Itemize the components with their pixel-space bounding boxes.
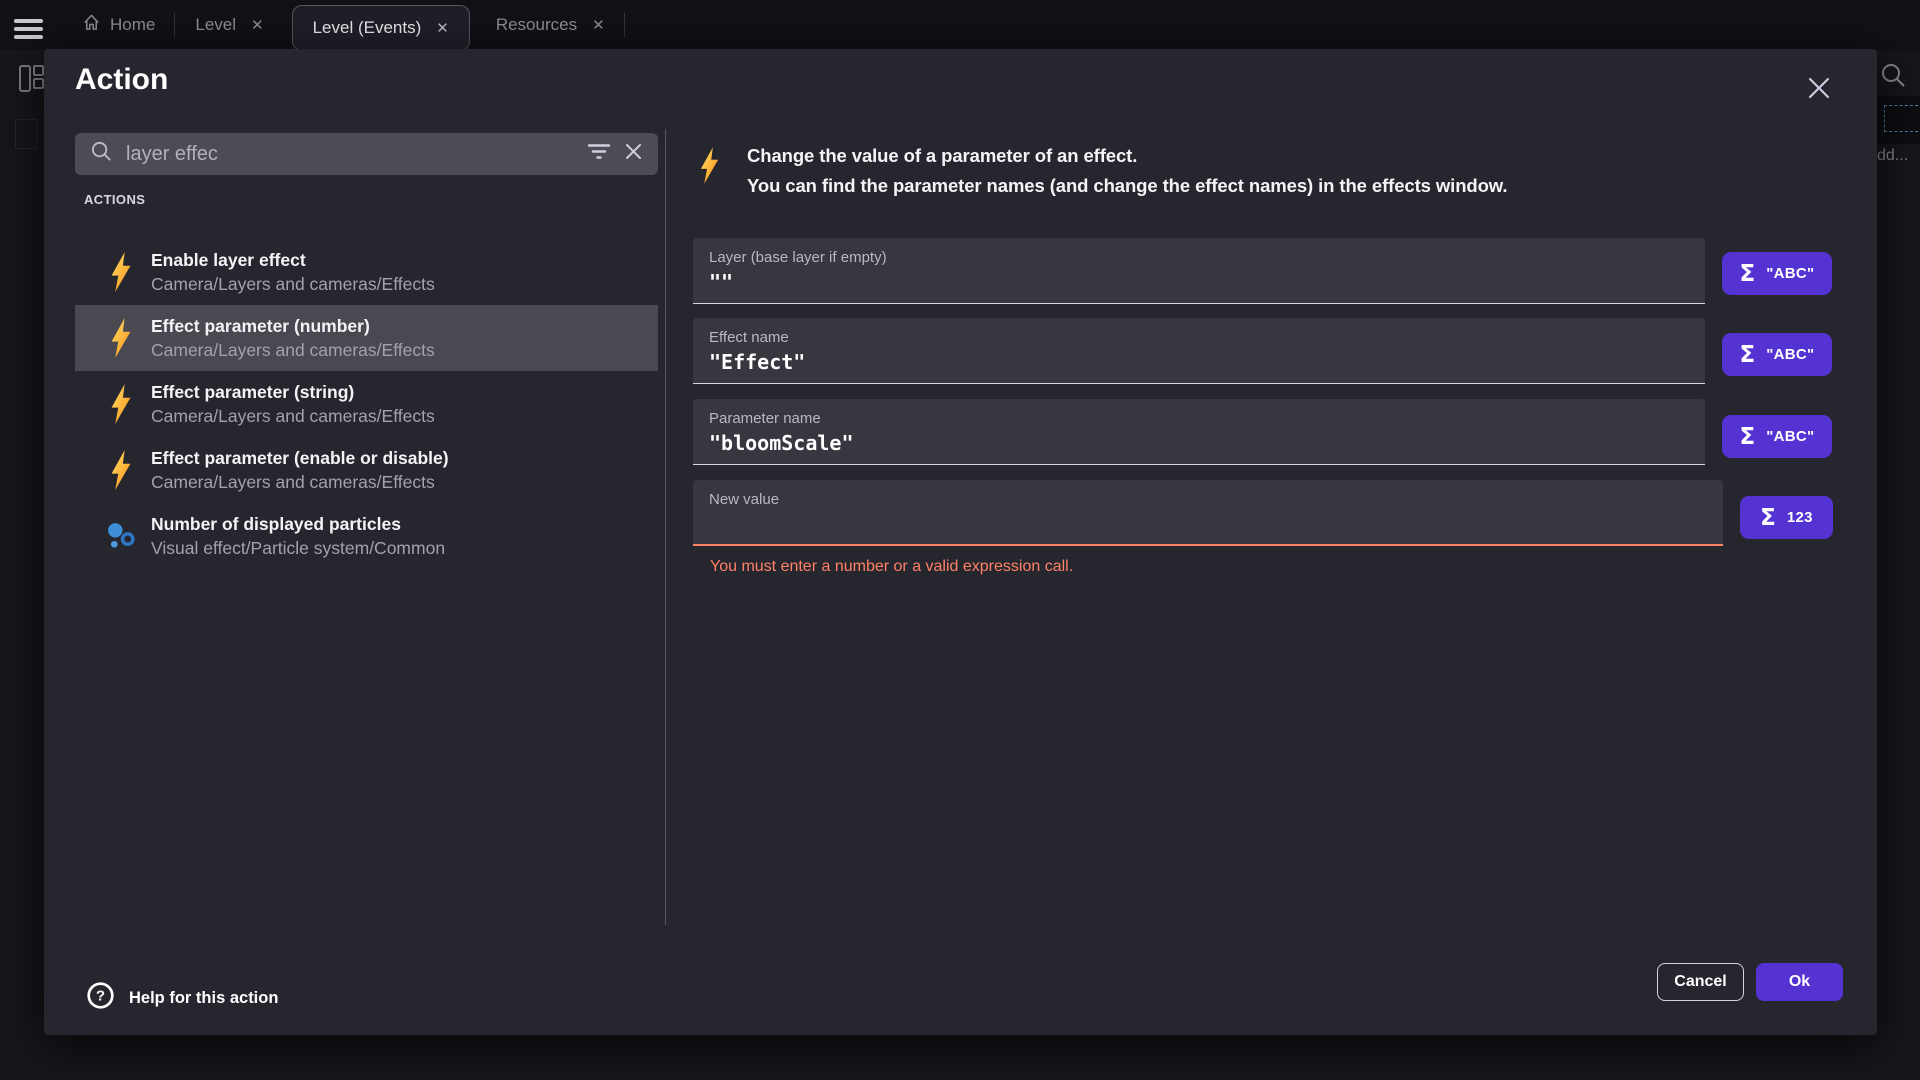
action-path: Camera/Layers and cameras/Effects	[151, 340, 435, 361]
tab-level-events[interactable]: Level (Events) ✕	[292, 5, 470, 51]
dialog-title: Action	[75, 63, 168, 97]
field-label: Parameter name	[709, 410, 1689, 427]
actions-section-label: ACTIONS	[84, 192, 145, 207]
tab-level[interactable]: Level ✕	[175, 0, 283, 50]
expression-builder-button-parameter-name[interactable]: Σ "ABC"	[1722, 415, 1832, 458]
sigma-icon: Σ	[1740, 342, 1756, 368]
expression-builder-button-layer[interactable]: Σ "ABC"	[1722, 252, 1832, 295]
cancel-button[interactable]: Cancel	[1657, 963, 1744, 1001]
field-label: Layer (base layer if empty)	[709, 249, 1689, 266]
filter-icon[interactable]	[587, 143, 611, 165]
action-path: Camera/Layers and cameras/Effects	[151, 406, 435, 427]
app-window: Home Level ✕ Level (Events) ✕ Resources …	[0, 0, 1920, 1080]
lightning-icon	[105, 383, 137, 425]
list-item-effect-parameter-enable[interactable]: Effect parameter (enable or disable) Cam…	[75, 437, 658, 503]
field-value[interactable]: "Effect"	[709, 350, 1689, 374]
tab-home[interactable]: Home	[62, 0, 175, 50]
validation-error-message: You must enter a number or a valid expre…	[710, 558, 1073, 576]
action-path: Visual effect/Particle system/Common	[151, 538, 445, 559]
svg-text:?: ?	[96, 988, 105, 1005]
tab-label: Level	[195, 15, 236, 35]
close-icon[interactable]	[1806, 75, 1832, 101]
tab-close-icon[interactable]: ✕	[592, 18, 605, 33]
expression-type-label: 123	[1787, 509, 1813, 526]
tab-resources[interactable]: Resources ✕	[476, 0, 625, 50]
panel-divider	[665, 129, 666, 925]
expression-builder-button-new-value[interactable]: Σ 123	[1740, 496, 1833, 539]
sigma-icon: Σ	[1760, 505, 1776, 531]
lightning-icon	[105, 449, 137, 491]
tab-label: Home	[110, 15, 155, 35]
question-circle-icon: ?	[86, 981, 115, 1015]
action-title: Enable layer effect	[151, 250, 435, 271]
add-button-clipped: dd...	[1877, 147, 1908, 165]
field-label: Effect name	[709, 329, 1689, 346]
help-label: Help for this action	[129, 989, 278, 1008]
lightning-icon	[698, 146, 721, 190]
tab-label: Resources	[496, 15, 577, 35]
action-description: Change the value of a parameter of an ef…	[747, 141, 1507, 201]
expression-type-label: "ABC"	[1766, 346, 1814, 363]
ok-button[interactable]: Ok	[1756, 963, 1843, 1001]
expression-type-label: "ABC"	[1766, 265, 1814, 282]
description-line1: Change the value of a parameter of an ef…	[747, 141, 1507, 171]
panels-icon	[18, 64, 45, 98]
menu-icon[interactable]	[14, 19, 43, 32]
description-line2: You can find the parameter names (and ch…	[747, 171, 1507, 201]
tab-close-icon[interactable]: ✕	[251, 18, 264, 33]
list-item-effect-parameter-number[interactable]: Effect parameter (number) Camera/Layers …	[75, 305, 658, 371]
list-item-number-displayed-particles[interactable]: Number of displayed particles Visual eff…	[75, 503, 658, 569]
field-label: New value	[709, 491, 1707, 508]
tab-label: Level (Events)	[313, 18, 422, 38]
expression-builder-button-effect-name[interactable]: Σ "ABC"	[1722, 333, 1832, 376]
search-icon	[90, 140, 113, 168]
tab-bar: Home Level ✕ Level (Events) ✕ Resources …	[0, 0, 1920, 50]
action-title: Effect parameter (string)	[151, 382, 435, 403]
sigma-icon: Σ	[1740, 261, 1756, 287]
field-parameter-name[interactable]: Parameter name "bloomScale"	[693, 399, 1705, 465]
faded-toolbar-icon	[15, 119, 37, 149]
search-input[interactable]	[126, 143, 574, 166]
field-value[interactable]: ""	[709, 270, 1689, 294]
field-new-value[interactable]: New value	[693, 480, 1723, 546]
expression-type-label: "ABC"	[1766, 428, 1814, 445]
event-selection-dashed-box	[1884, 105, 1920, 132]
actions-list: Enable layer effect Camera/Layers and ca…	[75, 239, 658, 569]
action-path: Camera/Layers and cameras/Effects	[151, 472, 449, 493]
particles-icon	[105, 521, 137, 552]
field-effect-name[interactable]: Effect name "Effect"	[693, 318, 1705, 384]
action-dialog: Action ACT	[44, 49, 1877, 1035]
action-path: Camera/Layers and cameras/Effects	[151, 274, 435, 295]
lightning-icon	[105, 251, 137, 293]
home-icon	[82, 13, 101, 37]
tab-close-icon[interactable]: ✕	[436, 21, 449, 36]
lightning-icon	[105, 317, 137, 359]
list-item-enable-layer-effect[interactable]: Enable layer effect Camera/Layers and ca…	[75, 239, 658, 305]
field-value[interactable]: "bloomScale"	[709, 431, 1689, 455]
sigma-icon: Σ	[1740, 424, 1756, 450]
list-item-effect-parameter-string[interactable]: Effect parameter (string) Camera/Layers …	[75, 371, 658, 437]
action-title: Effect parameter (number)	[151, 316, 435, 337]
action-title: Number of displayed particles	[151, 514, 445, 535]
help-link[interactable]: ? Help for this action	[86, 981, 278, 1015]
search-icon	[1880, 62, 1907, 94]
editor-tabs: Home Level ✕ Level (Events) ✕ Resources …	[62, 0, 625, 50]
action-search-box[interactable]	[75, 133, 658, 175]
action-title: Effect parameter (enable or disable)	[151, 448, 449, 469]
field-layer[interactable]: Layer (base layer if empty) ""	[693, 238, 1705, 304]
clear-search-icon[interactable]	[624, 142, 643, 166]
